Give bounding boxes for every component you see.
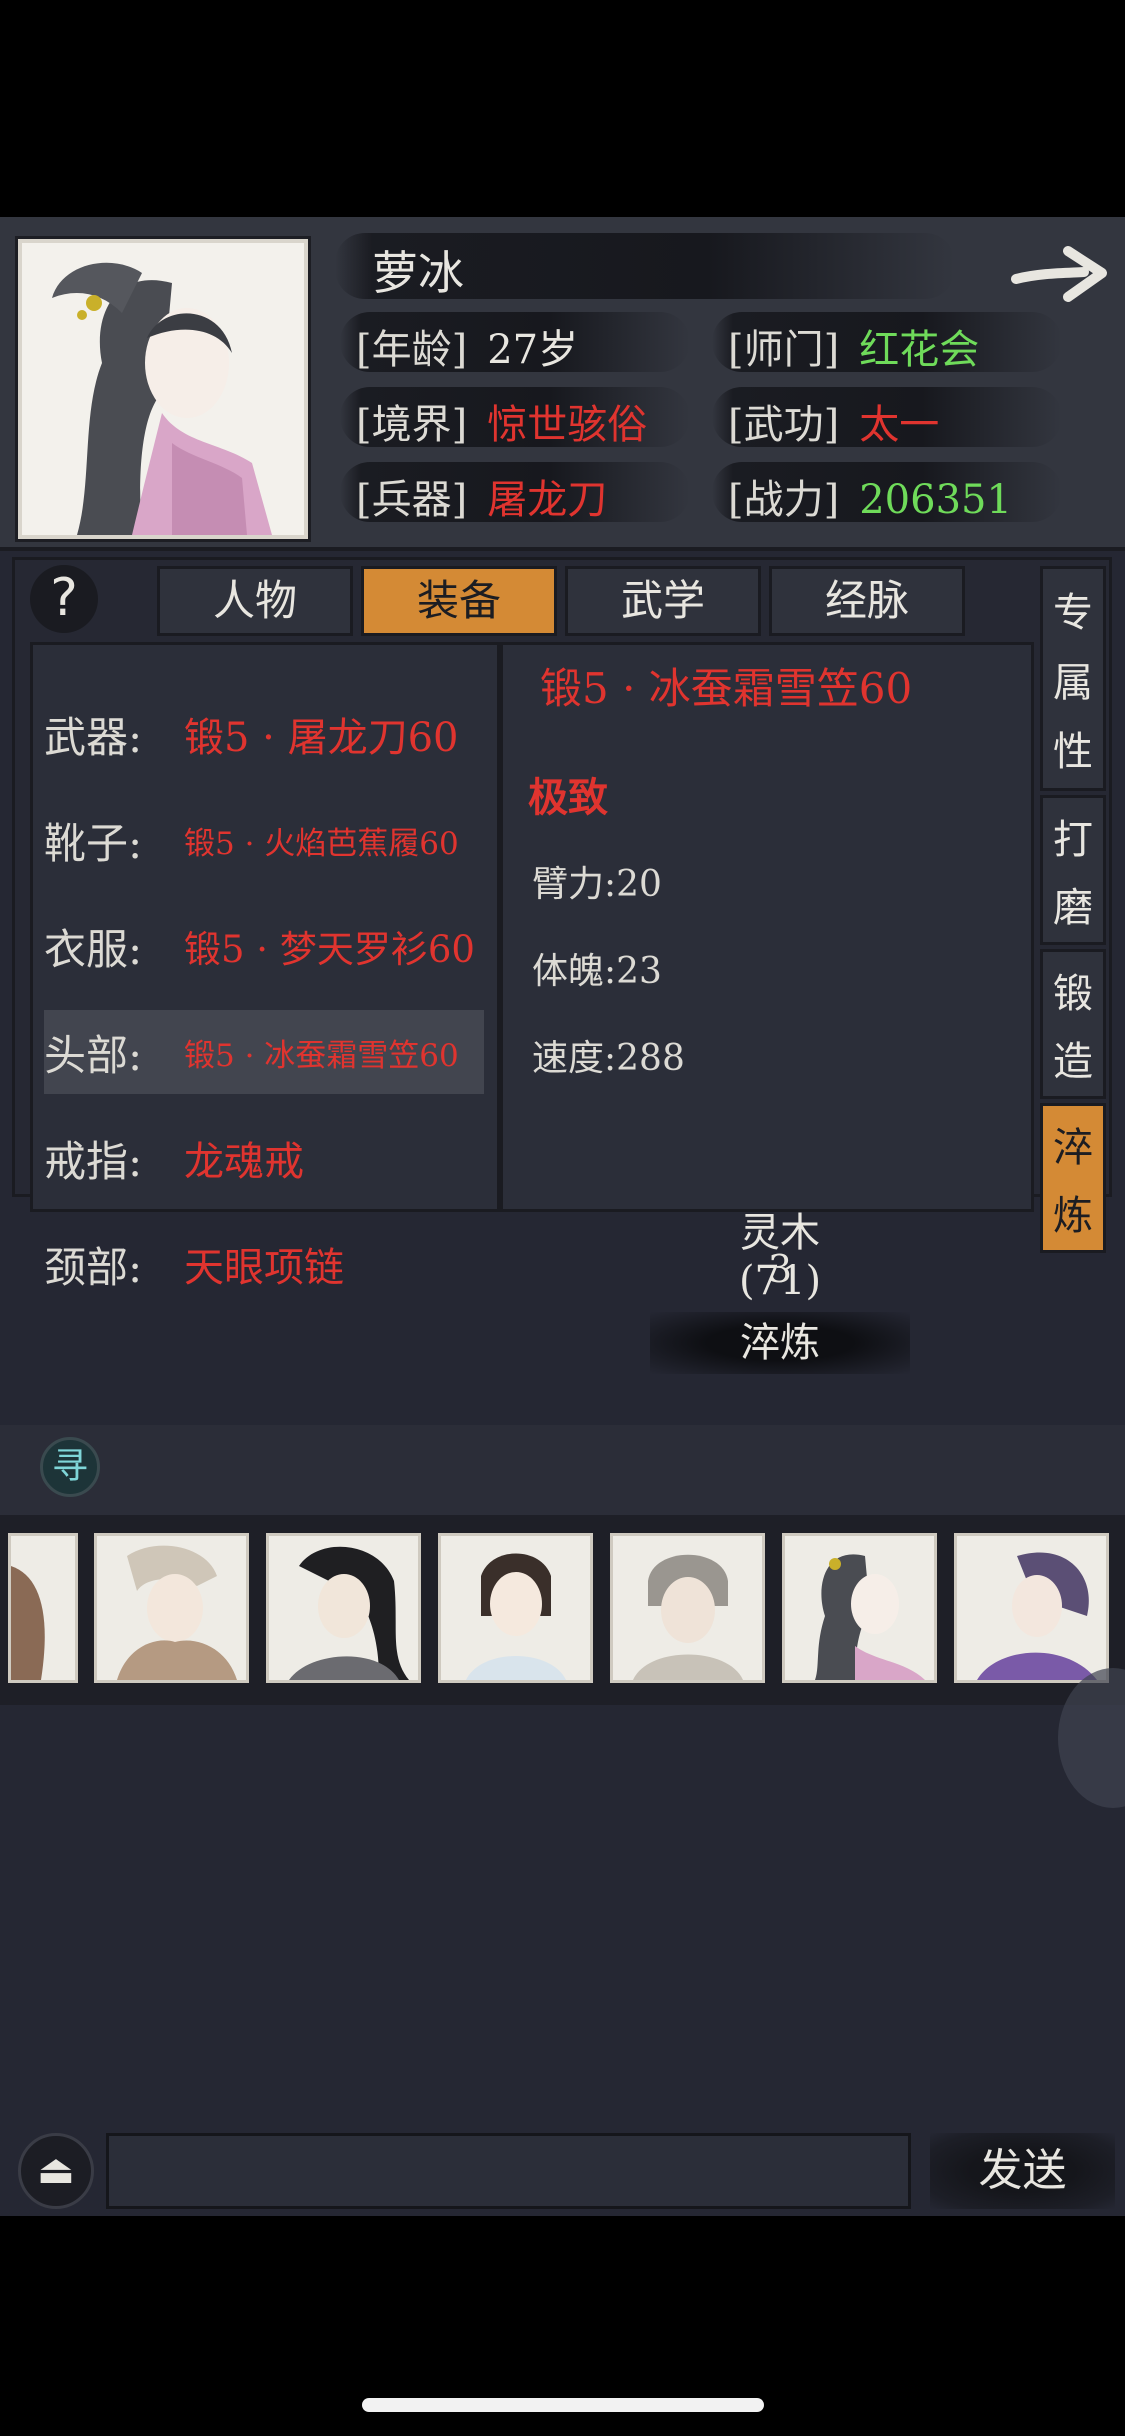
item-detail-box	[500, 642, 1034, 1212]
arrow-right-icon	[1011, 246, 1107, 302]
roster-card[interactable]	[610, 1533, 765, 1683]
roster-card[interactable]	[266, 1533, 421, 1683]
slot-label: 头部:	[44, 1030, 143, 1080]
roster-card[interactable]	[94, 1533, 249, 1683]
slot-value: 龙魂戒	[184, 1139, 304, 1185]
slot-value: 锻5 · 冰蚕霜雪笠60	[184, 1037, 459, 1074]
side-tab-polish[interactable]: 打 磨	[1040, 795, 1106, 945]
slot-boots[interactable]: 靴子: 锻5 · 火焰芭蕉履60	[44, 798, 484, 882]
stat-weapon: [兵器] 屠龙刀	[356, 467, 607, 525]
slot-label: 靴子:	[44, 818, 143, 868]
character-name: 萝冰	[372, 246, 464, 300]
material-count: 3	[767, 1247, 793, 1291]
character-portrait	[18, 239, 308, 539]
temper-button[interactable]: 淬炼	[650, 1312, 910, 1374]
roster-card[interactable]	[782, 1533, 937, 1683]
profile-panel: 萝冰 [年龄] 27岁 [师门] 红花会 [境界] 惊世骇俗 [武功] 太一 […	[0, 217, 1125, 551]
help-button[interactable]: ?	[30, 565, 98, 633]
side-tab-char: 造	[1053, 1038, 1093, 1085]
slot-label: 戒指:	[44, 1136, 143, 1186]
portrait-art	[22, 243, 304, 535]
portrait-art	[11, 1536, 75, 1680]
stat-value: 27岁	[487, 327, 579, 373]
stat-label: [武功]	[728, 402, 840, 448]
stat-value: 红花会	[859, 327, 980, 373]
slot-value: 锻5 · 梦天罗衫60	[184, 928, 475, 971]
stat-age: [年龄] 27岁	[356, 317, 578, 375]
slot-label: 武器:	[44, 712, 143, 762]
side-tab-forge[interactable]: 锻 造	[1040, 949, 1106, 1099]
next-character-button[interactable]	[1010, 239, 1110, 309]
slot-value: 天眼项链	[184, 1245, 344, 1291]
stat-label: [战力]	[728, 477, 840, 523]
game-area: 萝冰 [年龄] 27岁 [师门] 红花会 [境界] 惊世骇俗 [武功] 太一 […	[0, 217, 1125, 2216]
roster-card[interactable]	[8, 1533, 78, 1683]
tab-character[interactable]: 人物	[157, 566, 353, 636]
portrait-art	[957, 1536, 1106, 1680]
item-attribute: 体魄:23	[532, 951, 662, 992]
stat-label: [兵器]	[356, 477, 468, 523]
slot-value: 锻5 · 屠龙刀60	[184, 715, 459, 761]
slot-weapon[interactable]: 武器: 锻5 · 屠龙刀60	[44, 692, 484, 776]
side-tab-char: 锻	[1053, 971, 1093, 1018]
item-attribute: 臂力:20	[532, 864, 662, 905]
slot-neck[interactable]: 颈部: 天眼项链	[44, 1222, 484, 1306]
stat-value: 206351	[859, 477, 1012, 523]
stat-value: 屠龙刀	[487, 477, 608, 523]
portrait-art	[97, 1536, 246, 1680]
tab-equipment[interactable]: 装备	[361, 566, 557, 636]
help-icon: ?	[50, 568, 78, 628]
slot-clothes[interactable]: 衣服: 锻5 · 梦天罗衫60	[44, 904, 484, 988]
stat-label: [师门]	[728, 327, 840, 373]
side-tab-char: 淬	[1053, 1125, 1093, 1172]
send-button[interactable]: 发送	[930, 2133, 1115, 2209]
search-strip	[0, 1425, 1125, 1515]
side-tab-char: 打	[1053, 817, 1093, 864]
portrait-art	[785, 1536, 934, 1680]
stat-label: [年龄]	[356, 327, 468, 373]
stat-realm: [境界] 惊世骇俗	[356, 392, 647, 450]
slot-head[interactable]: 头部: 锻5 · 冰蚕霜雪笠60	[44, 1010, 484, 1094]
side-tab-char: 炼	[1053, 1192, 1093, 1239]
roster-card[interactable]	[438, 1533, 593, 1683]
side-tab-char: 性	[1053, 728, 1093, 775]
side-tab-char: 专	[1053, 590, 1093, 637]
slot-label: 颈部:	[44, 1242, 143, 1292]
item-attribute: 速度:288	[532, 1038, 685, 1079]
chat-input[interactable]	[106, 2133, 911, 2209]
portrait-art	[613, 1536, 762, 1680]
slot-value: 锻5 · 火焰芭蕉履60	[184, 825, 459, 862]
item-quality: 极致	[528, 774, 608, 821]
roster-card[interactable]	[954, 1533, 1109, 1683]
side-tab-exclusive-attributes[interactable]: 专 属 性	[1040, 566, 1106, 791]
side-tab-char: 属	[1053, 659, 1093, 706]
app-screen: 萝冰 [年龄] 27岁 [师门] 红花会 [境界] 惊世骇俗 [武功] 太一 […	[0, 0, 1125, 2436]
portrait-art	[441, 1536, 590, 1680]
tab-martial-arts[interactable]: 武学	[565, 566, 761, 636]
stat-value: 太一	[859, 402, 940, 448]
stat-value: 惊世骇俗	[487, 402, 648, 448]
side-tab-temper[interactable]: 淬 炼	[1040, 1103, 1106, 1253]
item-title: 锻5 · 冰蚕霜雪笠60	[540, 664, 913, 713]
stat-label: [境界]	[356, 402, 468, 448]
tab-meridians[interactable]: 经脉	[769, 566, 965, 636]
home-indicator[interactable]	[362, 2398, 764, 2412]
side-tab-char: 磨	[1053, 884, 1093, 931]
eject-icon: ⏏	[37, 2147, 75, 2193]
slot-label: 衣服:	[44, 924, 143, 974]
stat-power: [战力] 206351	[728, 467, 1012, 525]
stat-sect: [师门] 红花会	[728, 317, 979, 375]
slot-ring[interactable]: 戒指: 龙魂戒	[44, 1116, 484, 1200]
stat-skill: [武功] 太一	[728, 392, 939, 450]
search-icon: 寻	[51, 1446, 88, 1487]
chat-toggle-button[interactable]: ⏏	[18, 2133, 94, 2209]
portrait-art	[269, 1536, 418, 1680]
search-button[interactable]: 寻	[40, 1437, 100, 1497]
